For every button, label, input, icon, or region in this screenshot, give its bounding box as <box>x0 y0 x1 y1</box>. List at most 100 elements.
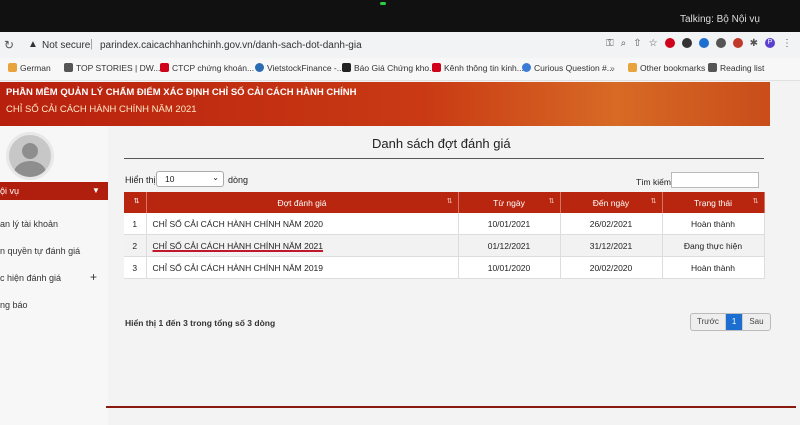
extension-icon[interactable] <box>664 38 675 48</box>
footer-divider <box>106 406 796 408</box>
sidebar-item-self-assessment-rights[interactable]: n quyền tự đánh giá <box>0 246 80 256</box>
camera-indicator <box>380 2 386 5</box>
reading-list[interactable]: Reading list <box>708 63 764 73</box>
bookmark-item[interactable]: TOP STORIES | DW... <box>64 63 160 73</box>
main-content: Danh sách đợt đánh giá Hiển thị 10 ⌄ dòn… <box>112 126 771 425</box>
page-button-current[interactable]: 1 <box>725 314 744 330</box>
folder-icon <box>8 63 17 72</box>
row-number: 2 <box>124 234 147 257</box>
ssi-icon <box>160 63 169 72</box>
sort-icon: ⇅ <box>446 198 453 205</box>
bookmarks-bar: German TOP STORIES | DW... CTCP chứng kh… <box>0 58 800 81</box>
sidebar-item-notifications[interactable]: ng báo <box>0 300 28 310</box>
vietstock-icon <box>255 63 264 72</box>
bookmark-item[interactable]: Kênh thông tin kinh... <box>432 63 524 73</box>
sidebar-item-assessment[interactable]: c hiện đánh giá <box>0 273 61 283</box>
key-icon[interactable]: ⚿ <box>606 38 614 49</box>
row-name-link[interactable]: CHỈ SỐ CẢI CÁCH HÀNH CHÍNH NĂM 2021 <box>146 234 459 257</box>
sort-icon: ⇅ <box>548 198 555 205</box>
address-bar[interactable]: ↻ ▲ Not secure | parindex.caicachhanhchi… <box>0 32 800 59</box>
extension-icon[interactable] <box>715 38 726 48</box>
extension-icon[interactable] <box>732 38 743 48</box>
dn-icon <box>342 63 351 72</box>
prev-page-button[interactable]: Trước <box>691 314 726 330</box>
next-page-button[interactable]: Sau <box>743 314 769 330</box>
toolbar-icons: ⚿ ⌕ ⇧ ☆ ✱ P ⋮ <box>606 38 792 49</box>
avatar <box>6 132 54 180</box>
profile-avatar[interactable]: P <box>765 38 775 48</box>
table-row[interactable]: 1 CHỈ SỐ CẢI CÁCH HÀNH CHÍNH NĂM 2020 10… <box>124 213 765 235</box>
page-title: Danh sách đợt đánh giá <box>372 136 511 151</box>
sort-icon: ⇅ <box>650 198 657 205</box>
separator: | <box>90 38 93 50</box>
col-header-from[interactable]: Từ ngày ⇅ <box>458 192 561 213</box>
row-status: Đang thực hiện <box>662 234 765 257</box>
row-to-date: 31/12/2021 <box>560 234 663 257</box>
sidebar-item-accounts[interactable]: an lý tài khoản <box>0 219 58 229</box>
caret-down-icon: ▼ <box>92 186 100 195</box>
col-header-status[interactable]: Trạng thái ⇅ <box>662 192 765 213</box>
table-row[interactable]: 3 CHỈ SỐ CẢI CÁCH HÀNH CHÍNH NĂM 2019 10… <box>124 256 765 279</box>
row-from-date: 01/12/2021 <box>458 234 561 257</box>
user-name: ội vụ <box>0 186 20 196</box>
meeting-talking-indicator: Talking: Bộ Nội vụ <box>679 14 760 25</box>
bookmark-item[interactable]: CTCP chứng khoán... <box>160 63 254 73</box>
col-header-to[interactable]: Đến ngày ⇅ <box>560 192 663 213</box>
security-label[interactable]: Not secure <box>42 40 90 51</box>
folder-icon <box>628 63 637 72</box>
other-bookmarks[interactable]: Other bookmarks <box>628 63 705 73</box>
page-size-select[interactable]: 10 ⌄ <box>156 171 224 187</box>
row-to-date: 20/02/2020 <box>560 256 663 279</box>
row-status: Hoàn thành <box>662 213 765 235</box>
row-number: 1 <box>124 213 147 235</box>
star-icon[interactable]: ☆ <box>649 38 658 49</box>
table-header-row: ⇅ Đợt đánh giá ⇅ Từ ngày ⇅ Đến ngày ⇅ Trạng… <box>124 192 765 213</box>
dw-icon <box>64 63 73 72</box>
reload-icon[interactable]: ↻ <box>4 38 14 52</box>
row-from-date: 10/01/2021 <box>458 213 561 235</box>
title-divider <box>124 158 764 159</box>
col-header-name[interactable]: Đợt đánh giá ⇅ <box>146 192 459 213</box>
row-number: 3 <box>124 256 147 279</box>
search-label: Tìm kiếm <box>636 177 671 187</box>
row-name-link[interactable]: CHỈ SỐ CẢI CÁCH HÀNH CHÍNH NĂM 2019 <box>146 256 459 279</box>
row-name-link[interactable]: CHỈ SỐ CẢI CÁCH HÀNH CHÍNH NĂM 2020 <box>146 213 459 235</box>
col-header-no[interactable]: ⇅ <box>124 192 147 213</box>
row-status: Hoàn thành <box>662 256 765 279</box>
bookmark-item[interactable]: Curious Question #... <box>522 63 614 73</box>
bookmark-item[interactable]: VietstockFinance -... <box>255 63 344 73</box>
pagination: Trước 1 Sau <box>690 313 771 331</box>
browser-screen: ↻ ▲ Not secure | parindex.caicachhanhchi… <box>0 32 800 425</box>
menu-icon[interactable]: ⋮ <box>782 38 792 49</box>
bookmark-item[interactable]: Báo Giá Chứng kho... <box>342 63 436 73</box>
url-text[interactable]: parindex.caicachhanhchinh.gov.vn/danh-sa… <box>100 40 362 51</box>
sort-icon: ⇅ <box>752 198 759 205</box>
bookmark-item[interactable]: German <box>8 63 51 73</box>
extension-icon[interactable] <box>681 38 692 48</box>
more-bookmarks-icon[interactable]: » <box>610 63 615 73</box>
f-icon <box>432 63 441 72</box>
table-info: Hiển thị 1 đến 3 trong tổng số 3 dòng <box>125 318 276 328</box>
avatar-body <box>14 161 46 177</box>
share-icon[interactable]: ⇧ <box>633 38 641 49</box>
warning-icon[interactable]: ▲ <box>28 39 38 50</box>
search-icon[interactable]: ⌕ <box>621 38 627 49</box>
site-banner: PHẦN MỀM QUẢN LÝ CHẤM ĐIỂM XÁC ĐỊNH CHỈ … <box>0 82 770 126</box>
table-row[interactable]: 2 CHỈ SỐ CẢI CÁCH HÀNH CHÍNH NĂM 2021 01… <box>124 234 765 257</box>
sidebar: ội vụ ▼ an lý tài khoản n quyền tự đánh … <box>0 126 108 425</box>
rows-label: dòng <box>228 175 249 185</box>
extension-icon[interactable] <box>698 38 709 48</box>
show-label: Hiển thị <box>125 175 156 185</box>
reading-list-icon <box>708 63 717 72</box>
globe-icon <box>522 63 531 72</box>
assessment-table: ⇅ Đợt đánh giá ⇅ Từ ngày ⇅ Đến ngày ⇅ Trạng… <box>124 192 765 279</box>
avatar-head <box>22 143 38 159</box>
user-menu[interactable]: ội vụ ▼ <box>0 182 108 200</box>
banner-title: PHẦN MỀM QUẢN LÝ CHẤM ĐIỂM XÁC ĐỊNH CHỈ … <box>6 87 357 98</box>
page-size-value: 10 <box>165 174 175 184</box>
puzzle-icon[interactable]: ✱ <box>750 38 758 49</box>
sort-icon: ⇅ <box>133 198 140 205</box>
plus-icon[interactable]: + <box>90 270 97 284</box>
row-name-text[interactable]: CHỈ SỐ CẢI CÁCH HÀNH CHÍNH NĂM 2021 <box>153 241 324 251</box>
search-input[interactable] <box>671 172 759 188</box>
